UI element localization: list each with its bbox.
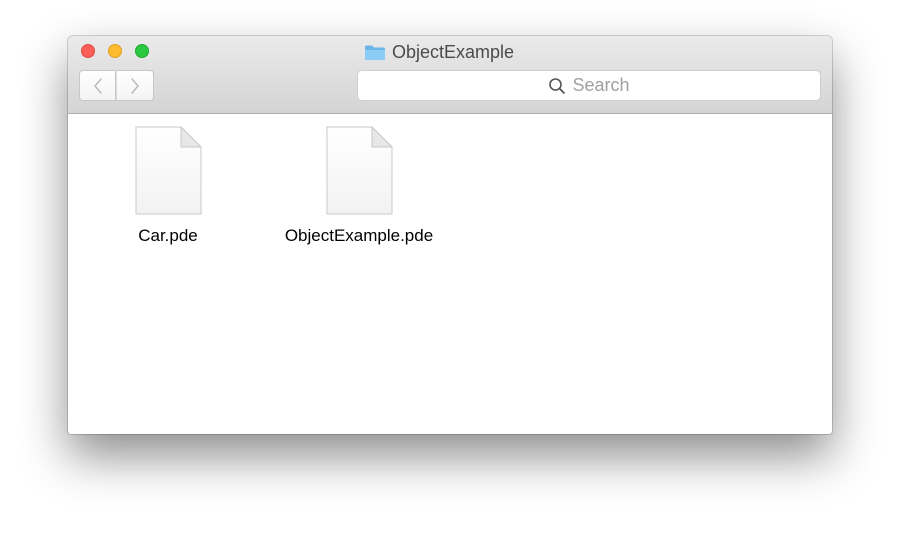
- file-name-label: ObjectExample.pde: [284, 226, 434, 245]
- file-browser-content: Car.pde ObjectExample.pde: [68, 114, 832, 434]
- file-item-objectexample-pde[interactable]: ObjectExample.pde: [269, 126, 449, 246]
- document-icon: [135, 126, 202, 215]
- window-title-area: ObjectExample: [364, 42, 514, 62]
- search-placeholder: Search: [572, 75, 630, 95]
- back-button[interactable]: [79, 70, 116, 101]
- document-icon: [326, 126, 393, 215]
- chevron-right-icon: [131, 77, 139, 94]
- close-window-button[interactable]: [81, 44, 95, 58]
- finder-window: ObjectExample Search Car.pde ObjectExamp…: [68, 36, 832, 434]
- navigation-buttons: [79, 70, 155, 101]
- file-item-car-pde[interactable]: Car.pde: [78, 126, 258, 246]
- search-icon: [549, 77, 566, 94]
- chevron-left-icon: [93, 77, 102, 94]
- zoom-window-button[interactable]: [135, 44, 149, 58]
- minimize-window-button[interactable]: [108, 44, 122, 58]
- window-title: ObjectExample: [392, 42, 515, 62]
- titlebar: ObjectExample Search: [68, 36, 832, 114]
- file-name-label: Car.pde: [138, 226, 198, 245]
- forward-button[interactable]: [117, 70, 154, 101]
- search-input[interactable]: Search: [357, 70, 821, 101]
- folder-icon: [365, 45, 385, 60]
